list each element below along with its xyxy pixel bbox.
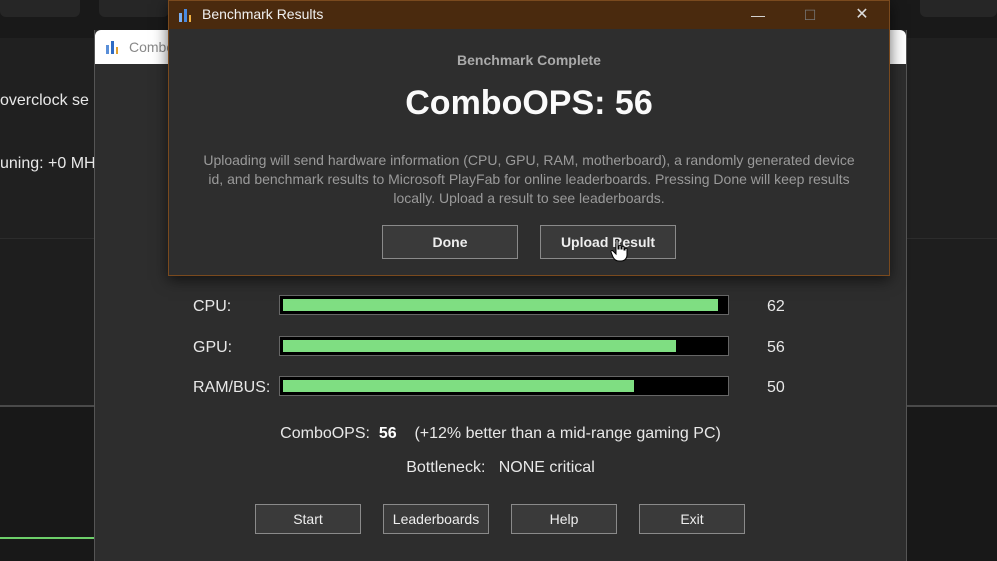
- cpu-bar: [279, 295, 729, 315]
- dialog-subtitle: Benchmark Complete: [457, 52, 601, 68]
- bottleneck-summary: Bottleneck: NONE critical: [95, 459, 906, 477]
- exit-button[interactable]: Exit: [639, 504, 745, 534]
- background-tab: [920, 0, 997, 17]
- comboops-summary-note: (+12% better than a mid-range gaming PC): [414, 425, 721, 442]
- gpu-value: 56: [767, 339, 785, 356]
- benchmark-results-dialog: Benchmark Results — ☐ ✕ Benchmark Comple…: [168, 0, 890, 276]
- upload-result-button[interactable]: Upload Result: [540, 225, 676, 259]
- dialog-title-bar[interactable]: Benchmark Results — ☐ ✕: [169, 1, 889, 29]
- bottleneck-value: NONE critical: [498, 459, 595, 476]
- bottleneck-label: Bottleneck:: [406, 459, 486, 476]
- maximize-button[interactable]: ☐: [787, 1, 833, 29]
- background-tuning-text: uning: +0 MH: [0, 155, 96, 172]
- dialog-score: ComboOPS: 56: [405, 84, 653, 122]
- ram-bus-bar-fill: [283, 380, 634, 392]
- help-button[interactable]: Help: [511, 504, 617, 534]
- start-button[interactable]: Start: [255, 504, 361, 534]
- gpu-label: GPU:: [193, 339, 233, 356]
- benchmark-app-icon: [106, 41, 118, 54]
- gpu-bar-fill: [283, 340, 676, 352]
- gpu-bar: [279, 336, 729, 356]
- comboops-summary-value: 56: [378, 425, 397, 442]
- dialog-description: Uploading will send hardware information…: [203, 152, 855, 206]
- cpu-bar-fill: [283, 299, 718, 311]
- hand-pointer-icon: [610, 238, 628, 262]
- background-tab: [99, 0, 169, 17]
- close-button[interactable]: ✕: [839, 1, 885, 29]
- ram-bus-bar: [279, 376, 729, 396]
- dialog-body: Benchmark Complete ComboOPS: 56 Uploadin…: [169, 29, 889, 275]
- minimize-button[interactable]: —: [735, 1, 781, 29]
- ram-bus-value: 50: [767, 379, 785, 396]
- background-overclock-text: overclock se: [0, 92, 89, 109]
- leaderboards-button[interactable]: Leaderboards: [383, 504, 489, 534]
- ram-bus-label: RAM/BUS:: [193, 379, 271, 396]
- comboops-summary-label: ComboOPS:: [280, 425, 370, 442]
- cpu-label: CPU:: [193, 298, 232, 315]
- benchmark-app-icon: [179, 9, 191, 22]
- background-green-line: [0, 537, 94, 539]
- dialog-title: Benchmark Results: [202, 6, 324, 22]
- background-tab: [0, 0, 80, 17]
- cpu-value: 62: [767, 298, 785, 315]
- comboops-summary: ComboOPS: 56 (+12% better than a mid-ran…: [95, 425, 906, 443]
- done-button[interactable]: Done: [382, 225, 518, 259]
